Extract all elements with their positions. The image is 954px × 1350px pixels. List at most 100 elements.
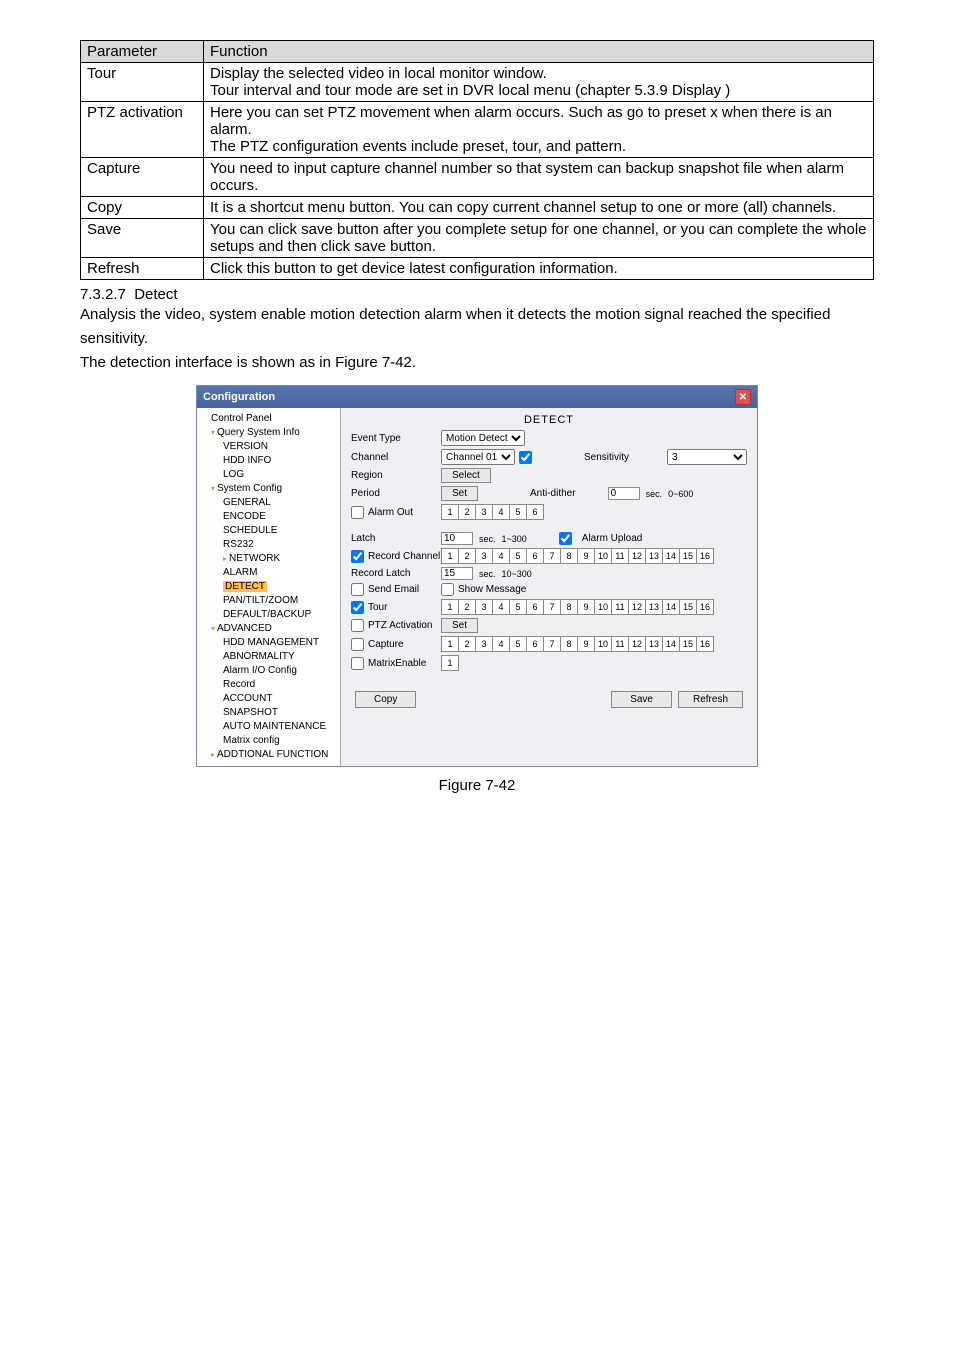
channel-cell[interactable]: 9	[577, 636, 595, 652]
channel-cell[interactable]: 12	[628, 548, 646, 564]
channel-cell[interactable]: 1	[441, 599, 459, 615]
channel-cell[interactable]: 15	[679, 548, 697, 564]
channel-cell[interactable]: 6	[526, 504, 544, 520]
channel-cell[interactable]: 4	[492, 599, 510, 615]
channel-cell[interactable]: 13	[645, 599, 663, 615]
channel-cell[interactable]: 4	[492, 636, 510, 652]
tree-query-system-info[interactable]: Query System Info VERSIONHDD INFOLOG	[211, 426, 338, 482]
channel-cell[interactable]: 3	[475, 599, 493, 615]
tree-item[interactable]: HDD INFO	[223, 454, 338, 468]
channel-cell[interactable]: 5	[509, 548, 527, 564]
show-message-checkbox[interactable]	[441, 583, 454, 596]
alarm-upload-checkbox[interactable]	[559, 532, 572, 545]
channel-cell[interactable]: 16	[696, 548, 714, 564]
channel-cell[interactable]: 5	[509, 636, 527, 652]
channel-enable-checkbox[interactable]	[519, 451, 532, 464]
tree-item[interactable]: Record	[223, 678, 338, 692]
channel-cell[interactable]: 11	[611, 599, 629, 615]
channel-cell[interactable]: 10	[594, 548, 612, 564]
capture-checkbox[interactable]	[351, 638, 364, 651]
matrix-enable-checkbox[interactable]	[351, 657, 364, 670]
channel-cell[interactable]: 1	[441, 636, 459, 652]
channel-cell[interactable]: 2	[458, 504, 476, 520]
channel-cell[interactable]: 7	[543, 599, 561, 615]
channel-cell[interactable]: 2	[458, 548, 476, 564]
channel-cell[interactable]: 8	[560, 548, 578, 564]
ptz-set-button[interactable]: Set	[441, 618, 478, 633]
tour-checkbox[interactable]	[351, 601, 364, 614]
tree-item[interactable]: DEFAULT/BACKUP	[223, 608, 338, 622]
channel-cell[interactable]: 2	[458, 636, 476, 652]
matrix-channel-1[interactable]: 1	[441, 655, 459, 671]
channel-cell[interactable]: 16	[696, 599, 714, 615]
tree-item[interactable]: GENERAL	[223, 496, 338, 510]
tree-network[interactable]: NETWORK	[223, 552, 338, 566]
channel-cell[interactable]: 2	[458, 599, 476, 615]
nav-tree[interactable]: Control Panel Query System Info VERSIONH…	[197, 408, 341, 766]
channel-cell[interactable]: 15	[679, 636, 697, 652]
channel-cell[interactable]: 5	[509, 504, 527, 520]
channel-cell[interactable]: 14	[662, 548, 680, 564]
capture-channel-grid[interactable]: 12345678910111213141516	[441, 636, 713, 652]
sensitivity-select[interactable]: 3	[667, 449, 747, 465]
channel-cell[interactable]: 9	[577, 548, 595, 564]
tree-item[interactable]: ACCOUNT	[223, 692, 338, 706]
copy-button[interactable]: Copy	[355, 691, 416, 708]
channel-cell[interactable]: 3	[475, 636, 493, 652]
channel-cell[interactable]: 6	[526, 636, 544, 652]
record-channel-grid[interactable]: 12345678910111213141516	[441, 548, 713, 564]
channel-cell[interactable]: 12	[628, 636, 646, 652]
ptz-activation-checkbox[interactable]	[351, 619, 364, 632]
tree-item[interactable]: HDD MANAGEMENT	[223, 636, 338, 650]
antidither-input[interactable]	[608, 487, 640, 500]
send-email-checkbox[interactable]	[351, 583, 364, 596]
event-type-select[interactable]: Motion Detect	[441, 430, 525, 446]
tour-channel-grid[interactable]: 12345678910111213141516	[441, 599, 713, 615]
tree-item[interactable]: PAN/TILT/ZOOM	[223, 594, 338, 608]
tree-item[interactable]: AUTO MAINTENANCE	[223, 720, 338, 734]
channel-cell[interactable]: 3	[475, 548, 493, 564]
channel-cell[interactable]: 15	[679, 599, 697, 615]
region-select-button[interactable]: Select	[441, 468, 491, 483]
channel-cell[interactable]: 1	[441, 548, 459, 564]
tree-item[interactable]: LOG	[223, 468, 338, 482]
channel-cell[interactable]: 8	[560, 636, 578, 652]
channel-cell[interactable]: 7	[543, 548, 561, 564]
tree-additional-function[interactable]: ADDTIONAL FUNCTION	[211, 748, 338, 762]
tree-item[interactable]: RS232	[223, 538, 338, 552]
tree-item[interactable]: SNAPSHOT	[223, 706, 338, 720]
channel-cell[interactable]: 11	[611, 548, 629, 564]
tree-item[interactable]: VERSION	[223, 440, 338, 454]
tree-item[interactable]: Matrix config	[223, 734, 338, 748]
tree-control-panel[interactable]: Control Panel	[211, 412, 338, 426]
channel-cell[interactable]: 12	[628, 599, 646, 615]
record-latch-input[interactable]	[441, 567, 473, 580]
channel-cell[interactable]: 10	[594, 599, 612, 615]
tree-system-config[interactable]: System Config GENERALENCODESCHEDULERS232…	[211, 482, 338, 622]
channel-cell[interactable]: 8	[560, 599, 578, 615]
tree-item[interactable]: SCHEDULE	[223, 524, 338, 538]
channel-cell[interactable]: 5	[509, 599, 527, 615]
channel-cell[interactable]: 11	[611, 636, 629, 652]
channel-cell[interactable]: 13	[645, 548, 663, 564]
tree-item[interactable]: ENCODE	[223, 510, 338, 524]
channel-cell[interactable]: 13	[645, 636, 663, 652]
channel-select[interactable]: Channel 01	[441, 449, 515, 465]
channel-cell[interactable]: 4	[492, 548, 510, 564]
tree-item[interactable]: ABNORMALITY	[223, 650, 338, 664]
refresh-button[interactable]: Refresh	[678, 691, 743, 708]
tree-alarm[interactable]: ALARM	[223, 566, 338, 580]
channel-cell[interactable]: 6	[526, 599, 544, 615]
record-channel-checkbox[interactable]	[351, 550, 364, 563]
channel-cell[interactable]: 1	[441, 504, 459, 520]
channel-cell[interactable]: 7	[543, 636, 561, 652]
period-set-button[interactable]: Set	[441, 486, 478, 501]
channel-cell[interactable]: 6	[526, 548, 544, 564]
save-button[interactable]: Save	[611, 691, 672, 708]
tree-advanced[interactable]: ADVANCED HDD MANAGEMENTABNORMALITYAlarm …	[211, 622, 338, 748]
channel-cell[interactable]: 3	[475, 504, 493, 520]
channel-cell[interactable]: 4	[492, 504, 510, 520]
alarm-out-checkbox[interactable]	[351, 506, 364, 519]
tree-detect[interactable]: DETECT	[223, 580, 338, 594]
close-icon[interactable]: ✕	[735, 389, 751, 405]
